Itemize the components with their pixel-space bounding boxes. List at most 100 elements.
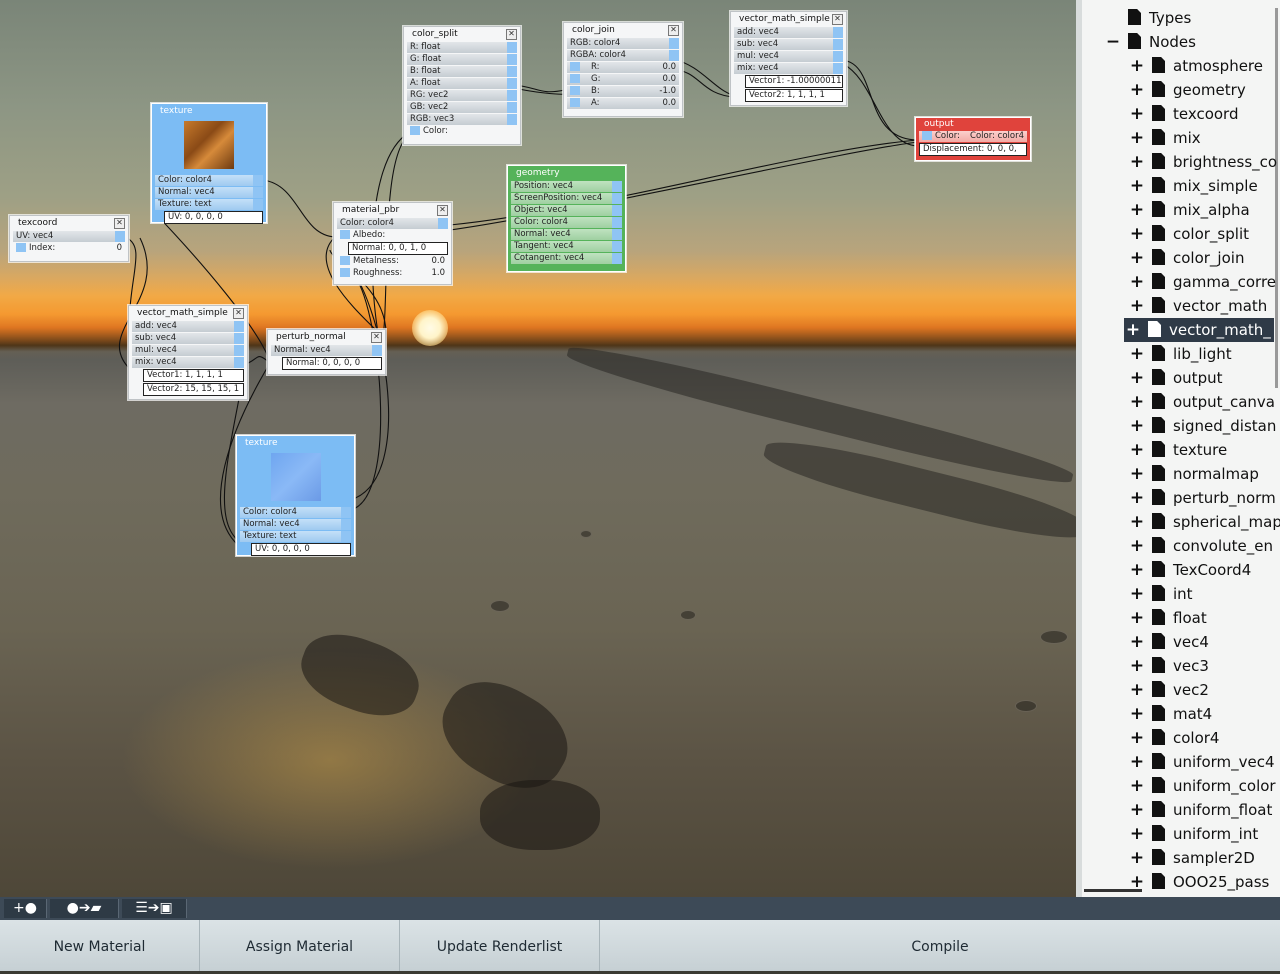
sidebar-item-output-canva[interactable]: + output_canva [1128,390,1275,414]
output-port[interactable] [438,218,448,229]
sidebar-item-vector-math-[interactable]: + vector_math_ [1124,318,1274,342]
output-port[interactable] [372,345,382,356]
close-icon[interactable]: ✕ [506,29,517,40]
output-port[interactable] [253,199,263,210]
close-icon[interactable]: ✕ [114,218,125,229]
sidebar-item-texcoord4[interactable]: + TexCoord4 [1128,558,1251,582]
output-port[interactable] [253,187,263,198]
expand-icon[interactable]: + [1128,270,1146,294]
output-port[interactable] [507,78,517,89]
output-port[interactable] [507,66,517,77]
output-port[interactable] [507,102,517,113]
close-icon[interactable]: ✕ [437,205,448,216]
output-port[interactable] [669,38,679,49]
output-port[interactable] [234,345,244,356]
sidebar-item-atmosphere[interactable]: + atmosphere [1128,54,1263,78]
expand-icon[interactable]: + [1128,174,1146,198]
sidebar-item-brightness-co[interactable]: + brightness_co [1128,150,1277,174]
sphere-to-cube-icon[interactable]: ●➔▰ [50,899,119,918]
uv-input[interactable]: UV: 0, 0, 0, 0 [251,543,351,556]
output-port[interactable] [507,42,517,53]
sidebar-item-mix[interactable]: + mix [1128,126,1201,150]
expand-icon[interactable]: + [1128,510,1146,534]
normal-input[interactable]: Normal: 0, 0, 1, 0 [348,242,448,255]
output-port[interactable] [341,507,351,518]
input-port[interactable] [340,256,350,265]
node-library-sidebar[interactable]: Types − Nodes + atmosphere + geometry + texcoo… [1076,0,1280,897]
sidebar-item-normalmap[interactable]: + normalmap [1128,462,1259,486]
expand-icon[interactable]: + [1128,534,1146,558]
output-port[interactable] [234,357,244,368]
material-pbr-node[interactable]: material_pbr ✕ Color: color4 Albedo: Nor… [333,202,452,285]
output-port[interactable] [612,181,622,192]
sidebar-item-int[interactable]: + int [1128,582,1193,606]
vector2-input[interactable]: Vector2: 1, 1, 1, 1 [745,89,843,102]
output-port[interactable] [253,175,263,186]
output-port[interactable] [234,321,244,332]
expand-icon[interactable]: + [1128,558,1146,582]
sidebar-item-vector-math[interactable]: + vector_math [1128,294,1267,318]
b-value[interactable]: -1.0 [659,86,676,97]
expand-icon[interactable]: + [1128,414,1146,438]
output-port[interactable] [612,229,622,240]
sidebar-item-color-join[interactable]: + color_join [1128,246,1245,270]
expand-icon[interactable]: + [1128,198,1146,222]
vector1-input[interactable]: Vector1: -1.000000119 [745,75,843,88]
normal-input[interactable]: Normal: 0, 0, 0, 0 [282,357,382,370]
output-port[interactable] [234,333,244,344]
collapse-icon[interactable]: − [1104,30,1122,54]
displacement-input[interactable]: Displacement: 0, 0, 0, [919,143,1027,156]
input-port[interactable] [340,230,350,239]
a-value[interactable]: 0.0 [662,98,676,109]
vector2-input[interactable]: Vector2: 15, 15, 15, 1 [143,383,244,396]
close-icon[interactable]: ✕ [832,14,843,25]
vector1-input[interactable]: Vector1: 1, 1, 1, 1 [143,369,244,382]
output-port[interactable] [612,193,622,204]
roughness-value[interactable]: 1.0 [431,268,445,279]
assign-material-button[interactable]: Assign Material [200,920,400,971]
sidebar-item-vec2[interactable]: + vec2 [1128,678,1209,702]
update-renderlist-button[interactable]: Update Renderlist [400,920,600,971]
uv-input[interactable]: UV: 0, 0, 0, 0 [164,211,263,224]
expand-icon[interactable]: + [1124,318,1142,342]
output-node[interactable]: output Color: Color: color4 Displacement:… [915,117,1031,161]
vertical-scrollbar[interactable] [1275,8,1278,388]
input-port[interactable] [570,62,580,71]
expand-icon[interactable]: + [1128,726,1146,750]
sidebar-item-float[interactable]: + float [1128,606,1207,630]
sidebar-item-texture[interactable]: + texture [1128,438,1227,462]
sidebar-item-perturb-norm[interactable]: + perturb_norm [1128,486,1276,510]
close-icon[interactable]: ✕ [371,332,382,343]
close-icon[interactable]: ✕ [233,308,244,319]
output-port[interactable] [669,50,679,61]
output-port[interactable] [833,63,843,74]
expand-icon[interactable]: + [1128,486,1146,510]
expand-icon[interactable]: + [1128,102,1146,126]
sidebar-item-mix-alpha[interactable]: + mix_alpha [1128,198,1250,222]
sidebar-item-vec4[interactable]: + vec4 [1128,630,1209,654]
output-port[interactable] [341,531,351,542]
sidebar-item-gamma-corre[interactable]: + gamma_corre [1128,270,1276,294]
sidebar-item-uniform-int[interactable]: + uniform_int [1128,822,1258,846]
expand-icon[interactable]: + [1128,294,1146,318]
input-port[interactable] [570,74,580,83]
geometry-node[interactable]: geometry Position: vec4 ScreenPosition: … [507,165,626,272]
expand-icon[interactable]: + [1128,822,1146,846]
g-value[interactable]: 0.0 [662,74,676,85]
texture-node[interactable]: texture Color: color4 Normal: vec4 Textu… [236,435,355,556]
expand-icon[interactable]: + [1128,78,1146,102]
output-port[interactable] [612,253,622,264]
output-port[interactable] [612,241,622,252]
expand-icon[interactable]: + [1128,342,1146,366]
sidebar-divider[interactable] [1076,0,1082,897]
expand-icon[interactable]: + [1128,150,1146,174]
add-sphere-icon[interactable]: +● [4,899,47,918]
expand-icon[interactable]: + [1128,54,1146,78]
input-port[interactable] [922,131,932,140]
output-port[interactable] [612,217,622,228]
expand-icon[interactable]: + [1128,798,1146,822]
close-icon[interactable]: ✕ [668,25,679,36]
color-split-node[interactable]: color_split ✕ R: float G: float B: float… [403,26,521,145]
input-port[interactable] [16,243,26,252]
expand-icon[interactable]: + [1128,678,1146,702]
